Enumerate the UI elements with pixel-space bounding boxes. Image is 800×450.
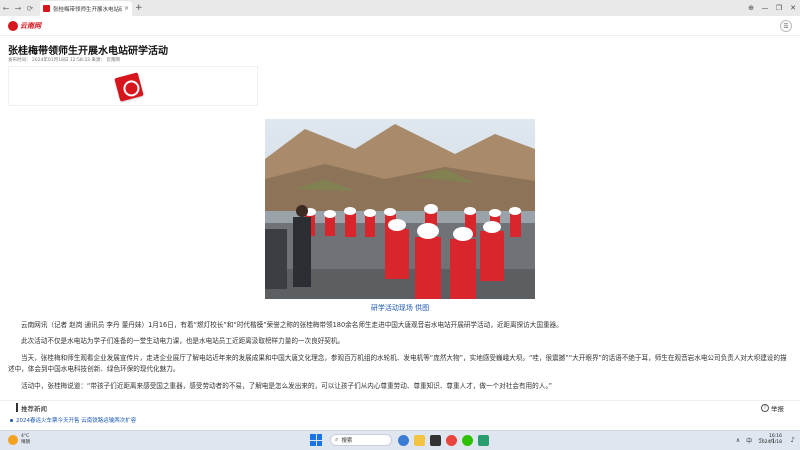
favicon-icon (43, 5, 50, 12)
forward-icon[interactable]: → (12, 0, 24, 16)
bullet-icon (10, 418, 13, 422)
site-header: 云南网 ☰ (0, 16, 800, 36)
weather-temp: 4°C (21, 434, 30, 439)
search-label: 搜索 (341, 438, 353, 444)
taskbar-apps: ⌕ 搜索 (310, 434, 494, 446)
article-title: 张桂梅带领师生开展水电站研学活动 (8, 46, 168, 57)
clock-time: 16:16 (769, 434, 782, 439)
recommend-bar: 推荐新闻 ! 举报 (0, 400, 800, 413)
photo-illustration (265, 119, 535, 299)
window-controls: ⊕ — ❐ ✕ (744, 0, 800, 16)
article-photo (265, 119, 535, 299)
language-icon[interactable]: 中 (746, 436, 752, 445)
reload-icon[interactable]: ⟳ (24, 0, 36, 16)
widgets-icon[interactable] (398, 434, 409, 446)
clock-date: 2024/1/18 (758, 440, 782, 445)
back-icon[interactable]: ← (0, 0, 12, 16)
media-icon[interactable] (430, 434, 441, 446)
article-paragraph: 此次活动不仅是水电站为学子们准备的一堂生动电力课，也是水电站员工近距离汲取榜样力… (21, 337, 345, 345)
banner-box[interactable] (8, 66, 258, 106)
globe-icon[interactable]: ⊕ (744, 0, 758, 16)
minimize-button[interactable]: — (758, 0, 772, 16)
recommend-link[interactable]: 2024春运火车票今天开售 云南铁路运输两次扩容 (16, 416, 136, 424)
weather-desc: 晴朗 (21, 440, 30, 445)
logo-text: 云南网 (20, 21, 41, 30)
article-content: 张桂梅带领师生开展水电站研学活动 发布时间： 2024年01月18日 12:58… (0, 36, 800, 400)
photo-caption: 研学活动现场 供图 (370, 304, 430, 312)
tab-title: 张桂梅带领师生开展水电站研学 (53, 6, 122, 13)
close-tab-icon[interactable]: × (124, 5, 129, 12)
sun-icon (8, 435, 18, 445)
new-tab-button[interactable]: + (135, 3, 143, 13)
maximize-button[interactable]: ❐ (772, 0, 786, 16)
article-paragraph: 云南网讯（记者 赵岗 通讯员 李丹 董丹妹）1月16日，有着“燃灯校长”和“时代… (21, 321, 563, 329)
recommend-list: 2024春运火车票今天开售 云南铁路运输两次扩容 (0, 412, 800, 430)
weather-text: 4°C 晴朗 (21, 434, 30, 446)
chrome-icon[interactable] (446, 434, 457, 446)
site-logo[interactable]: 云南网 (8, 19, 41, 32)
article-meta: 发布时间： 2024年01月18日 12:58:33 来源： 云南网 (8, 58, 120, 63)
recommend-item[interactable]: 2024春运火车票今天开售 云南铁路运输两次扩容 (10, 416, 136, 424)
weather-widget[interactable]: 4°C 晴朗 (8, 434, 30, 446)
article-paragraph: 当天，张桂梅和师生观看企业发展宣传片，走进企业展厅了解电站近年来的发展成果和中国… (8, 354, 787, 373)
start-button[interactable] (310, 434, 322, 446)
brand-logo-icon (114, 72, 144, 102)
taskbar-search[interactable]: ⌕ 搜索 (330, 434, 392, 446)
close-window-button[interactable]: ✕ (786, 0, 800, 16)
article-paragraph: 活动中，张桂梅说道：“带孩子们近距离来感受国之重器，感受劳动者的不易，了解电是怎… (21, 382, 553, 390)
taskbar: 4°C 晴朗 ⌕ 搜索 ∧ 中 ◠ ◁ 16:16 2024/1/18 ♪ (0, 430, 800, 450)
logo-icon (8, 20, 18, 31)
wechat-icon[interactable] (462, 434, 473, 446)
taskbar-clock[interactable]: 16:16 2024/1/18 (759, 434, 782, 446)
browser-tab[interactable]: 张桂梅带领师生开展水电站研学 × (40, 1, 132, 16)
report-icon: ! (761, 404, 769, 412)
browser-titlebar: ← → ⟳ 张桂梅带领师生开展水电站研学 × + ⊕ — ❐ ✕ (0, 0, 800, 16)
search-icon: ⌕ (335, 436, 339, 443)
tray-expand-icon[interactable]: ∧ (736, 437, 740, 444)
file-explorer-icon[interactable] (414, 434, 425, 446)
menu-button[interactable]: ☰ (780, 20, 792, 32)
notification-icon[interactable]: ♪ (791, 436, 795, 444)
browser-app-icon[interactable] (478, 434, 489, 446)
